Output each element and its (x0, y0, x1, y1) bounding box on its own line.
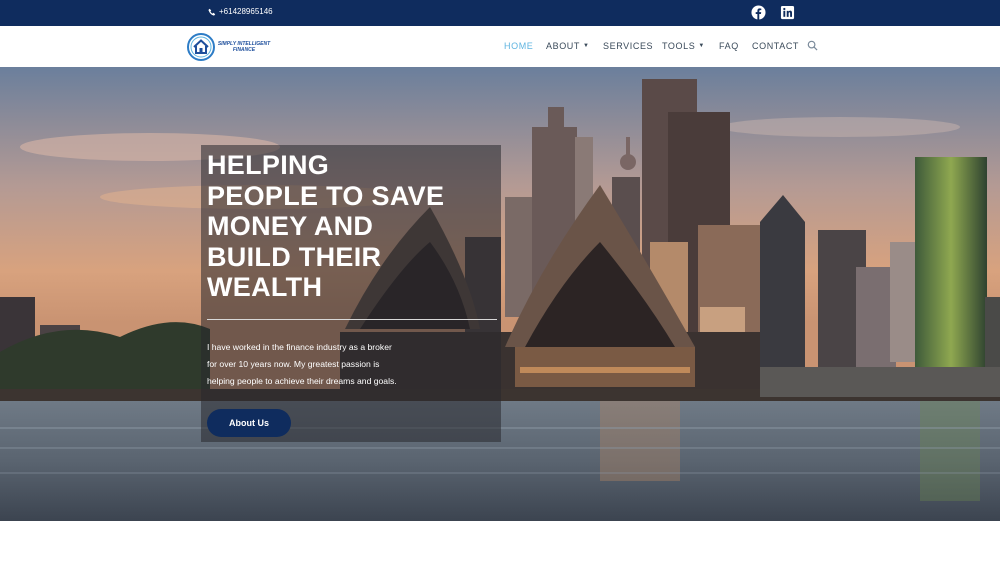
nav-services[interactable]: SERVICES (603, 41, 653, 51)
chevron-down-icon: ▼ (698, 43, 705, 49)
house-logo-icon (187, 33, 215, 61)
nav-services-label: SERVICES (603, 41, 654, 51)
nav-home[interactable]: HOME (504, 41, 533, 51)
hero-headline: HELPING PEOPLE TO SAVE MONEY AND BUILD T… (207, 150, 445, 302)
page-bottom-area (0, 521, 1000, 569)
about-us-button-label: About Us (229, 418, 269, 428)
hero-divider (207, 319, 497, 320)
nav-tools-label: TOOLS (662, 41, 696, 51)
phone-link[interactable]: +61428965146 (208, 7, 273, 16)
hero-body-text: I have worked in the finance industry as… (207, 342, 397, 386)
nav-tools[interactable]: TOOLS ▼ (662, 41, 705, 51)
about-us-button[interactable]: About Us (207, 409, 291, 437)
nav-about[interactable]: ABOUT ▼ (546, 41, 590, 51)
nav-contact-label: CONTACT (752, 41, 800, 51)
nav-faq[interactable]: FAQ (719, 41, 739, 51)
linkedin-icon[interactable] (780, 5, 795, 20)
facebook-icon[interactable] (751, 5, 766, 20)
main-navbar: SIMPLY INTELLIGENT FINANCE HOME ABOUT ▼ … (0, 26, 1000, 67)
nav-faq-label: FAQ (719, 41, 739, 51)
nav-contact[interactable]: CONTACT (752, 41, 799, 51)
nav-home-label: HOME (504, 41, 534, 51)
phone-icon (208, 8, 216, 16)
phone-number: +61428965146 (219, 7, 273, 16)
search-icon[interactable] (807, 40, 818, 51)
top-bar: +61428965146 (0, 0, 1000, 26)
nav-about-label: ABOUT (546, 41, 581, 51)
chevron-down-icon: ▼ (583, 43, 590, 49)
site-logo[interactable]: SIMPLY INTELLIGENT FINANCE (187, 33, 271, 61)
logo-text: SIMPLY INTELLIGENT FINANCE (217, 41, 271, 53)
